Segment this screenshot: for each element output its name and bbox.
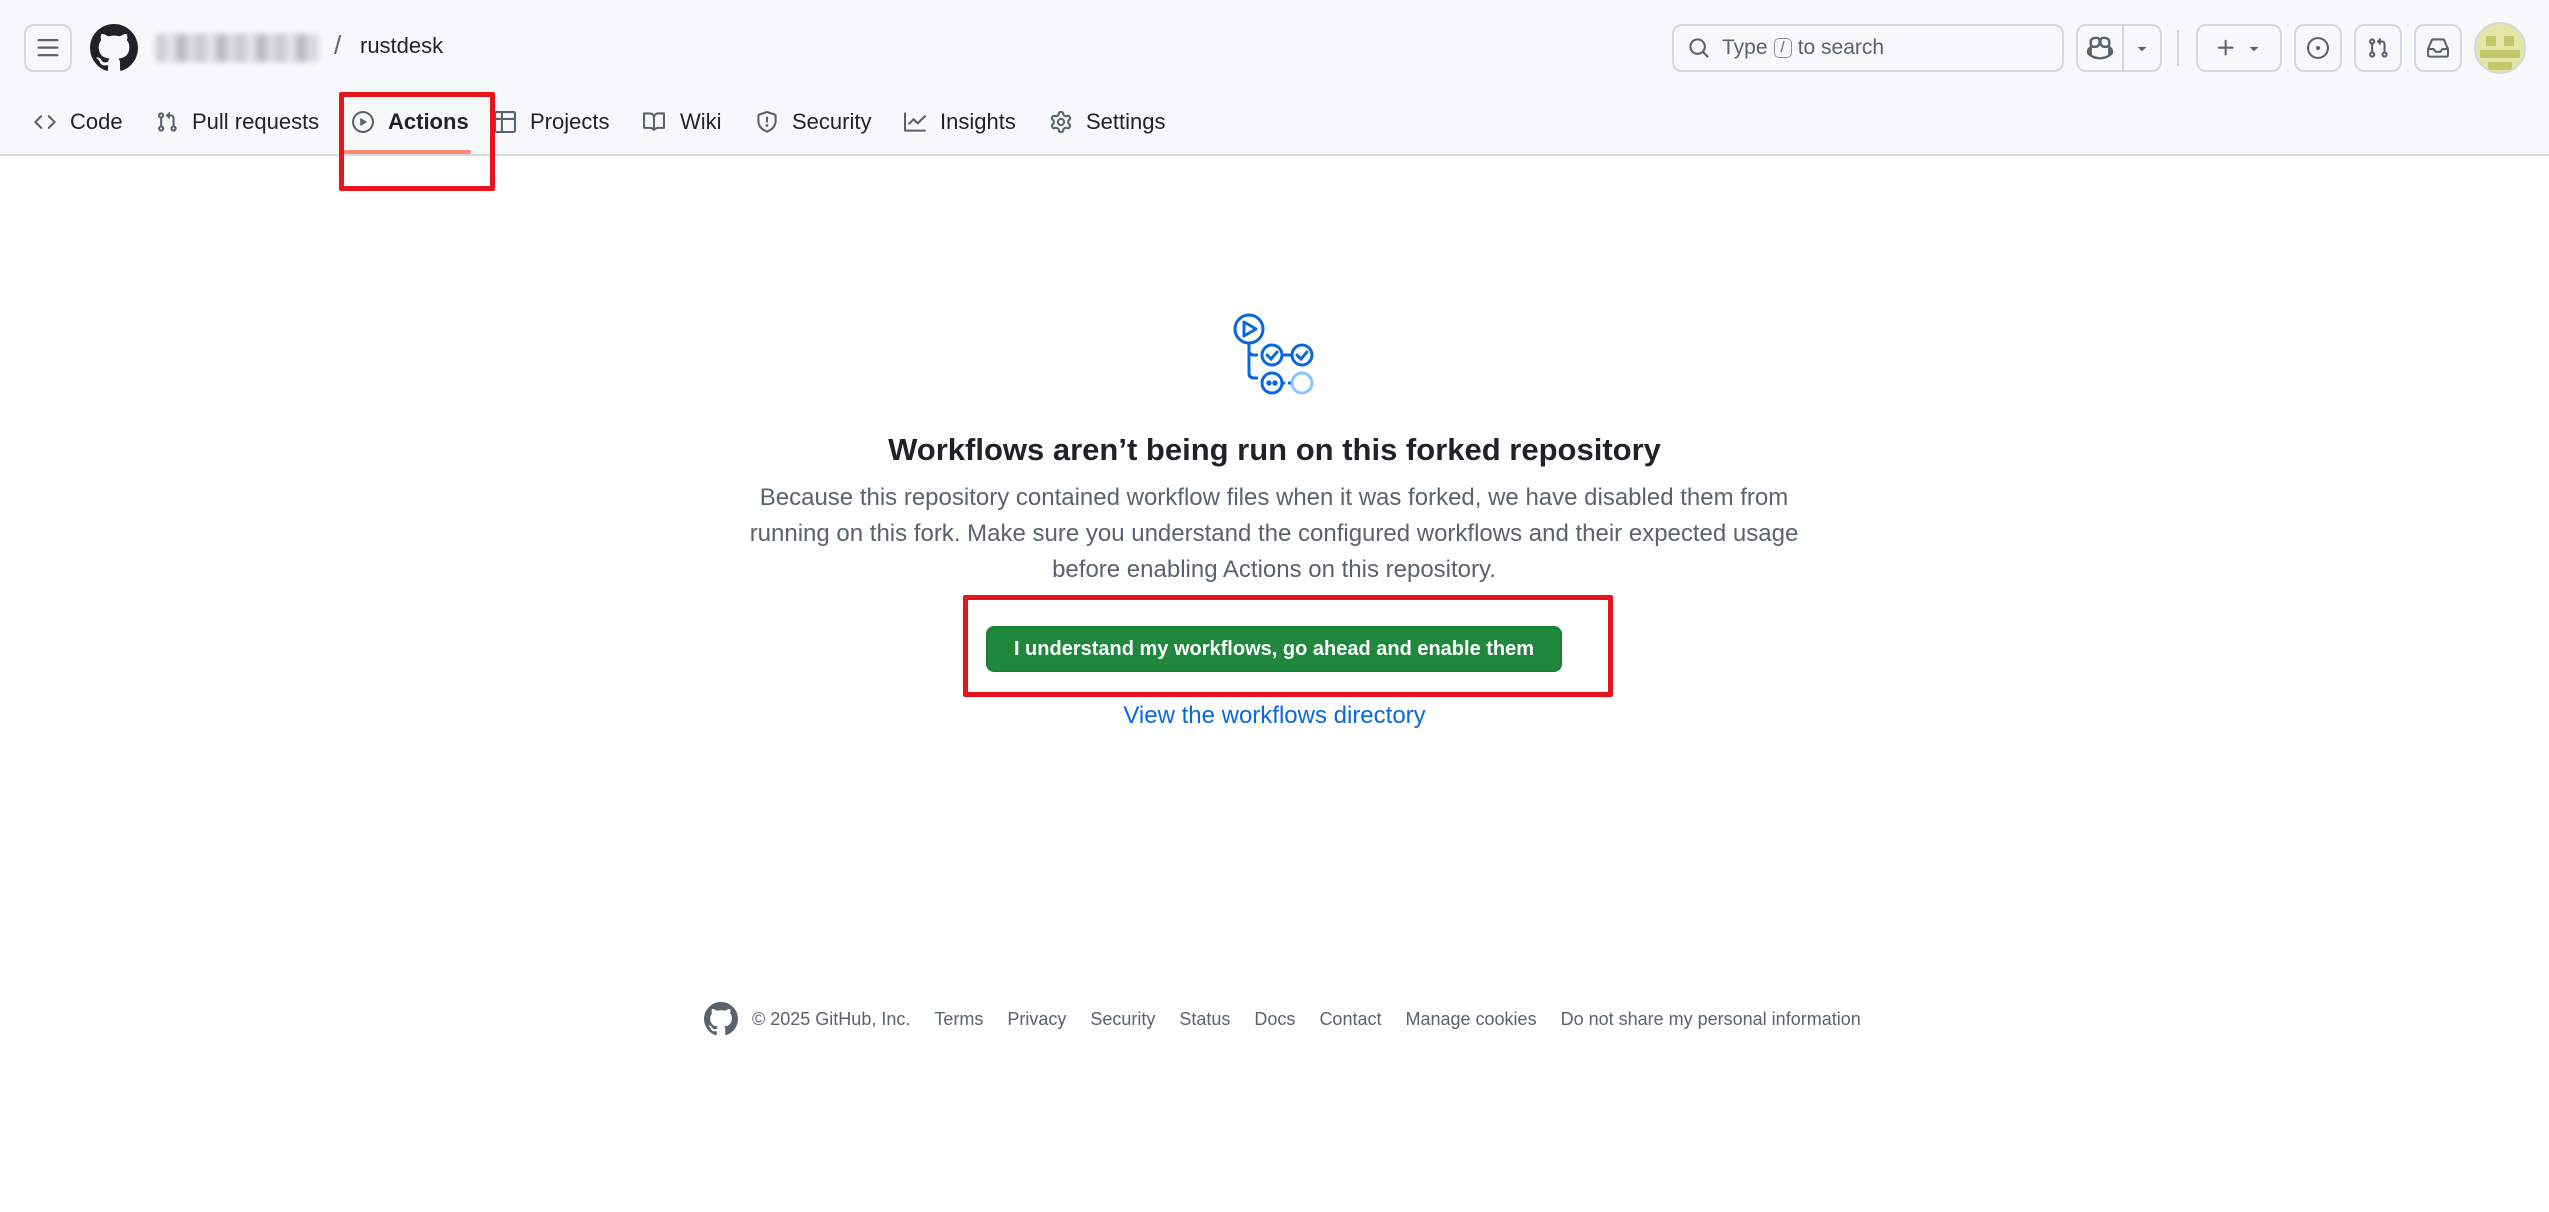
tab-code-label: Code	[70, 109, 123, 134]
gear-icon	[1050, 111, 1072, 133]
footer-link-manage-cookies[interactable]: Manage cookies	[1405, 1009, 1536, 1030]
footer-link-privacy[interactable]: Privacy	[1007, 1009, 1066, 1030]
footer-link-status[interactable]: Status	[1179, 1009, 1230, 1030]
tab-security[interactable]: Security	[756, 100, 871, 144]
workflows-directory-link-text[interactable]: View the workflows directory	[1123, 702, 1425, 729]
search-prefix: Type	[1722, 36, 1768, 59]
copilot-button[interactable]	[2076, 24, 2124, 72]
footer: © 2025 GitHub, Inc. Terms Privacy Securi…	[704, 1002, 1885, 1036]
tab-code[interactable]: Code	[34, 100, 123, 144]
plus-icon	[2217, 39, 2234, 56]
code-icon	[34, 115, 56, 129]
enable-workflows-button[interactable]: I understand my workflows, go ahead and …	[986, 626, 1562, 672]
triangle-down-icon	[2249, 46, 2259, 52]
graph-icon	[904, 112, 926, 132]
github-logo-icon[interactable]	[704, 1002, 738, 1036]
tab-pull-requests[interactable]: Pull requests	[156, 100, 319, 144]
tab-insights-label: Insights	[940, 109, 1016, 134]
path-separator: /	[334, 30, 342, 60]
pull-requests-button[interactable]	[2354, 24, 2402, 72]
page-title: Workflows aren’t being run on this forke…	[888, 432, 1661, 467]
github-logo-icon[interactable]	[90, 24, 138, 72]
tab-actions[interactable]: Actions	[352, 100, 469, 144]
triangle-down-icon	[2137, 46, 2147, 52]
tab-insights[interactable]: Insights	[904, 100, 1016, 144]
footer-link-security[interactable]: Security	[1090, 1009, 1155, 1030]
copilot-dropdown-button[interactable]	[2122, 24, 2162, 72]
search-placeholder: Type / to search	[1722, 36, 1884, 60]
search-shortcut-key: /	[1773, 38, 1792, 58]
user-avatar[interactable]	[2474, 22, 2526, 74]
header-divider	[2177, 30, 2179, 66]
issues-button[interactable]	[2294, 24, 2342, 72]
search-icon	[1689, 38, 1709, 58]
tab-projects-label: Projects	[530, 109, 610, 134]
tab-projects[interactable]: Projects	[494, 100, 609, 144]
tab-wiki-label: Wiki	[680, 109, 722, 134]
git-pull-request-icon	[2369, 37, 2388, 58]
tab-actions-label: Actions	[388, 109, 469, 134]
copilot-icon	[2087, 36, 2113, 60]
git-pull-request-icon	[158, 111, 177, 132]
workflow-icon	[1233, 313, 1314, 395]
menu-button[interactable]	[24, 24, 72, 72]
tab-pull-requests-label: Pull requests	[192, 109, 320, 134]
footer-link-terms[interactable]: Terms	[934, 1009, 983, 1030]
repo-header: / rustdesk Type / to search Code Pull re…	[0, 0, 2549, 156]
inbox-button[interactable]	[2414, 24, 2462, 72]
page-description: Because this repository contained workfl…	[749, 484, 1799, 583]
search-suffix: to search	[1797, 36, 1885, 59]
footer-copyright: © 2025 GitHub, Inc.	[752, 1008, 911, 1029]
footer-link-contact[interactable]: Contact	[1319, 1009, 1381, 1030]
inbox-icon	[2427, 38, 2449, 58]
tab-settings-label: Settings	[1086, 109, 1166, 134]
create-new-button[interactable]	[2196, 24, 2282, 72]
tab-settings[interactable]: Settings	[1050, 100, 1166, 144]
tab-wiki[interactable]: Wiki	[642, 100, 722, 144]
footer-link-docs[interactable]: Docs	[1254, 1009, 1295, 1030]
issue-opened-icon	[2307, 37, 2329, 59]
active-tab-underline	[340, 150, 471, 154]
play-icon	[352, 111, 374, 133]
shield-icon	[757, 111, 777, 133]
repo-owner-name[interactable]	[156, 34, 318, 62]
book-icon	[643, 112, 666, 131]
workflows-directory-link: View the workflows directory	[0, 702, 2549, 730]
repo-name-link[interactable]: rustdesk	[360, 33, 443, 59]
tab-security-label: Security	[792, 109, 872, 134]
footer-link-do-not-share[interactable]: Do not share my personal information	[1561, 1009, 1861, 1030]
search-input[interactable]: Type / to search	[1672, 24, 2064, 72]
hamburger-icon	[37, 39, 59, 57]
table-icon	[494, 111, 516, 133]
